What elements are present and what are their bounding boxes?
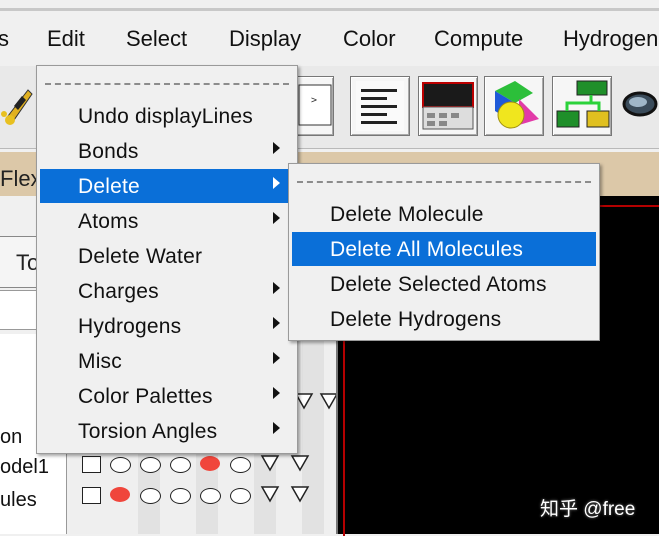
submenu-arrow-icon bbox=[273, 282, 280, 294]
oval-toggle-icon[interactable] bbox=[200, 488, 221, 504]
menu-item-misc[interactable]: Misc bbox=[78, 350, 122, 374]
triangle-toggle-icon[interactable] bbox=[290, 485, 310, 503]
menu-item-atoms[interactable]: Atoms bbox=[78, 210, 139, 234]
oval-toggle-icon[interactable] bbox=[140, 457, 161, 473]
triangle-toggle-icon[interactable] bbox=[290, 454, 310, 472]
svg-text:>: > bbox=[311, 95, 317, 106]
checkbox-icon[interactable] bbox=[82, 456, 101, 473]
menu-item-delete-molecule[interactable]: Delete Molecule bbox=[330, 203, 484, 227]
delete-submenu: Delete Molecule Delete All Molecules Del… bbox=[288, 163, 600, 341]
menu-item-delete[interactable]: Delete bbox=[78, 175, 140, 199]
terminal-icon[interactable]: > bbox=[296, 76, 334, 136]
menu-item-hydrogens[interactable]: Hydrogens bbox=[78, 315, 181, 339]
menu-item-undo[interactable]: Undo displayLines bbox=[78, 105, 253, 129]
menu-item-torsion-angles[interactable]: Torsion Angles bbox=[78, 420, 217, 444]
oval-toggle-icon[interactable] bbox=[110, 457, 131, 473]
oval-toggle-icon[interactable] bbox=[170, 457, 191, 473]
submenu-arrow-icon bbox=[273, 387, 280, 399]
submenu-arrow-icon bbox=[273, 317, 280, 329]
menu-item-delete-all-molecules[interactable]: Delete All Molecules bbox=[330, 238, 523, 262]
oval-toggle-icon[interactable] bbox=[170, 488, 191, 504]
watermark: 知乎 @free bbox=[540, 499, 636, 520]
menu-item-delete-water[interactable]: Delete Water bbox=[78, 245, 202, 269]
submenu-arrow-icon bbox=[273, 212, 280, 224]
menu-display[interactable]: Display bbox=[229, 26, 301, 52]
window-top-border bbox=[0, 8, 659, 11]
shapes-icon[interactable] bbox=[484, 76, 544, 136]
flow-diagram-icon[interactable] bbox=[552, 76, 612, 136]
menu-item-charges[interactable]: Charges bbox=[78, 280, 159, 304]
triangle-toggle-icon[interactable] bbox=[260, 485, 280, 503]
grid-column bbox=[302, 334, 324, 534]
edit-menu: Undo displayLines Bonds Delete Atoms Del… bbox=[36, 65, 298, 454]
tearoff-line[interactable] bbox=[297, 181, 591, 183]
checkbox-icon[interactable] bbox=[82, 487, 101, 504]
menu-color[interactable]: Color bbox=[343, 26, 396, 52]
menu-compute[interactable]: Compute bbox=[434, 26, 523, 52]
window-icon[interactable] bbox=[418, 76, 478, 136]
red-dot-icon[interactable] bbox=[200, 456, 220, 471]
oval-toggle-icon[interactable] bbox=[140, 488, 161, 504]
menu-file-partial[interactable]: s bbox=[0, 26, 9, 52]
oval-toggle-icon[interactable] bbox=[230, 488, 251, 504]
molecule-tool-icon[interactable] bbox=[0, 76, 36, 134]
menu-item-color-palettes[interactable]: Color Palettes bbox=[78, 385, 213, 409]
tree-item[interactable]: odel1 bbox=[0, 456, 49, 479]
submenu-arrow-icon bbox=[273, 177, 280, 189]
submenu-arrow-icon bbox=[273, 422, 280, 434]
tearoff-line[interactable] bbox=[45, 83, 289, 85]
menu-item-delete-selected-atoms[interactable]: Delete Selected Atoms bbox=[330, 273, 547, 297]
goggles-icon[interactable] bbox=[620, 80, 659, 130]
submenu-arrow-icon bbox=[273, 352, 280, 364]
menu-select[interactable]: Select bbox=[126, 26, 187, 52]
menu-item-bonds[interactable]: Bonds bbox=[78, 140, 139, 164]
triangle-toggle-icon[interactable] bbox=[260, 454, 280, 472]
tree-item[interactable]: ules bbox=[0, 489, 37, 512]
tree-item[interactable]: on bbox=[0, 426, 22, 449]
submenu-arrow-icon bbox=[273, 142, 280, 154]
menu-edit[interactable]: Edit bbox=[47, 26, 85, 52]
oval-toggle-icon[interactable] bbox=[230, 457, 251, 473]
text-lines-icon[interactable] bbox=[350, 76, 410, 136]
menu-item-delete-hydrogens[interactable]: Delete Hydrogens bbox=[330, 308, 501, 332]
menu-hydrogen[interactable]: Hydrogen bbox=[563, 26, 658, 52]
red-dot-icon[interactable] bbox=[110, 487, 130, 502]
